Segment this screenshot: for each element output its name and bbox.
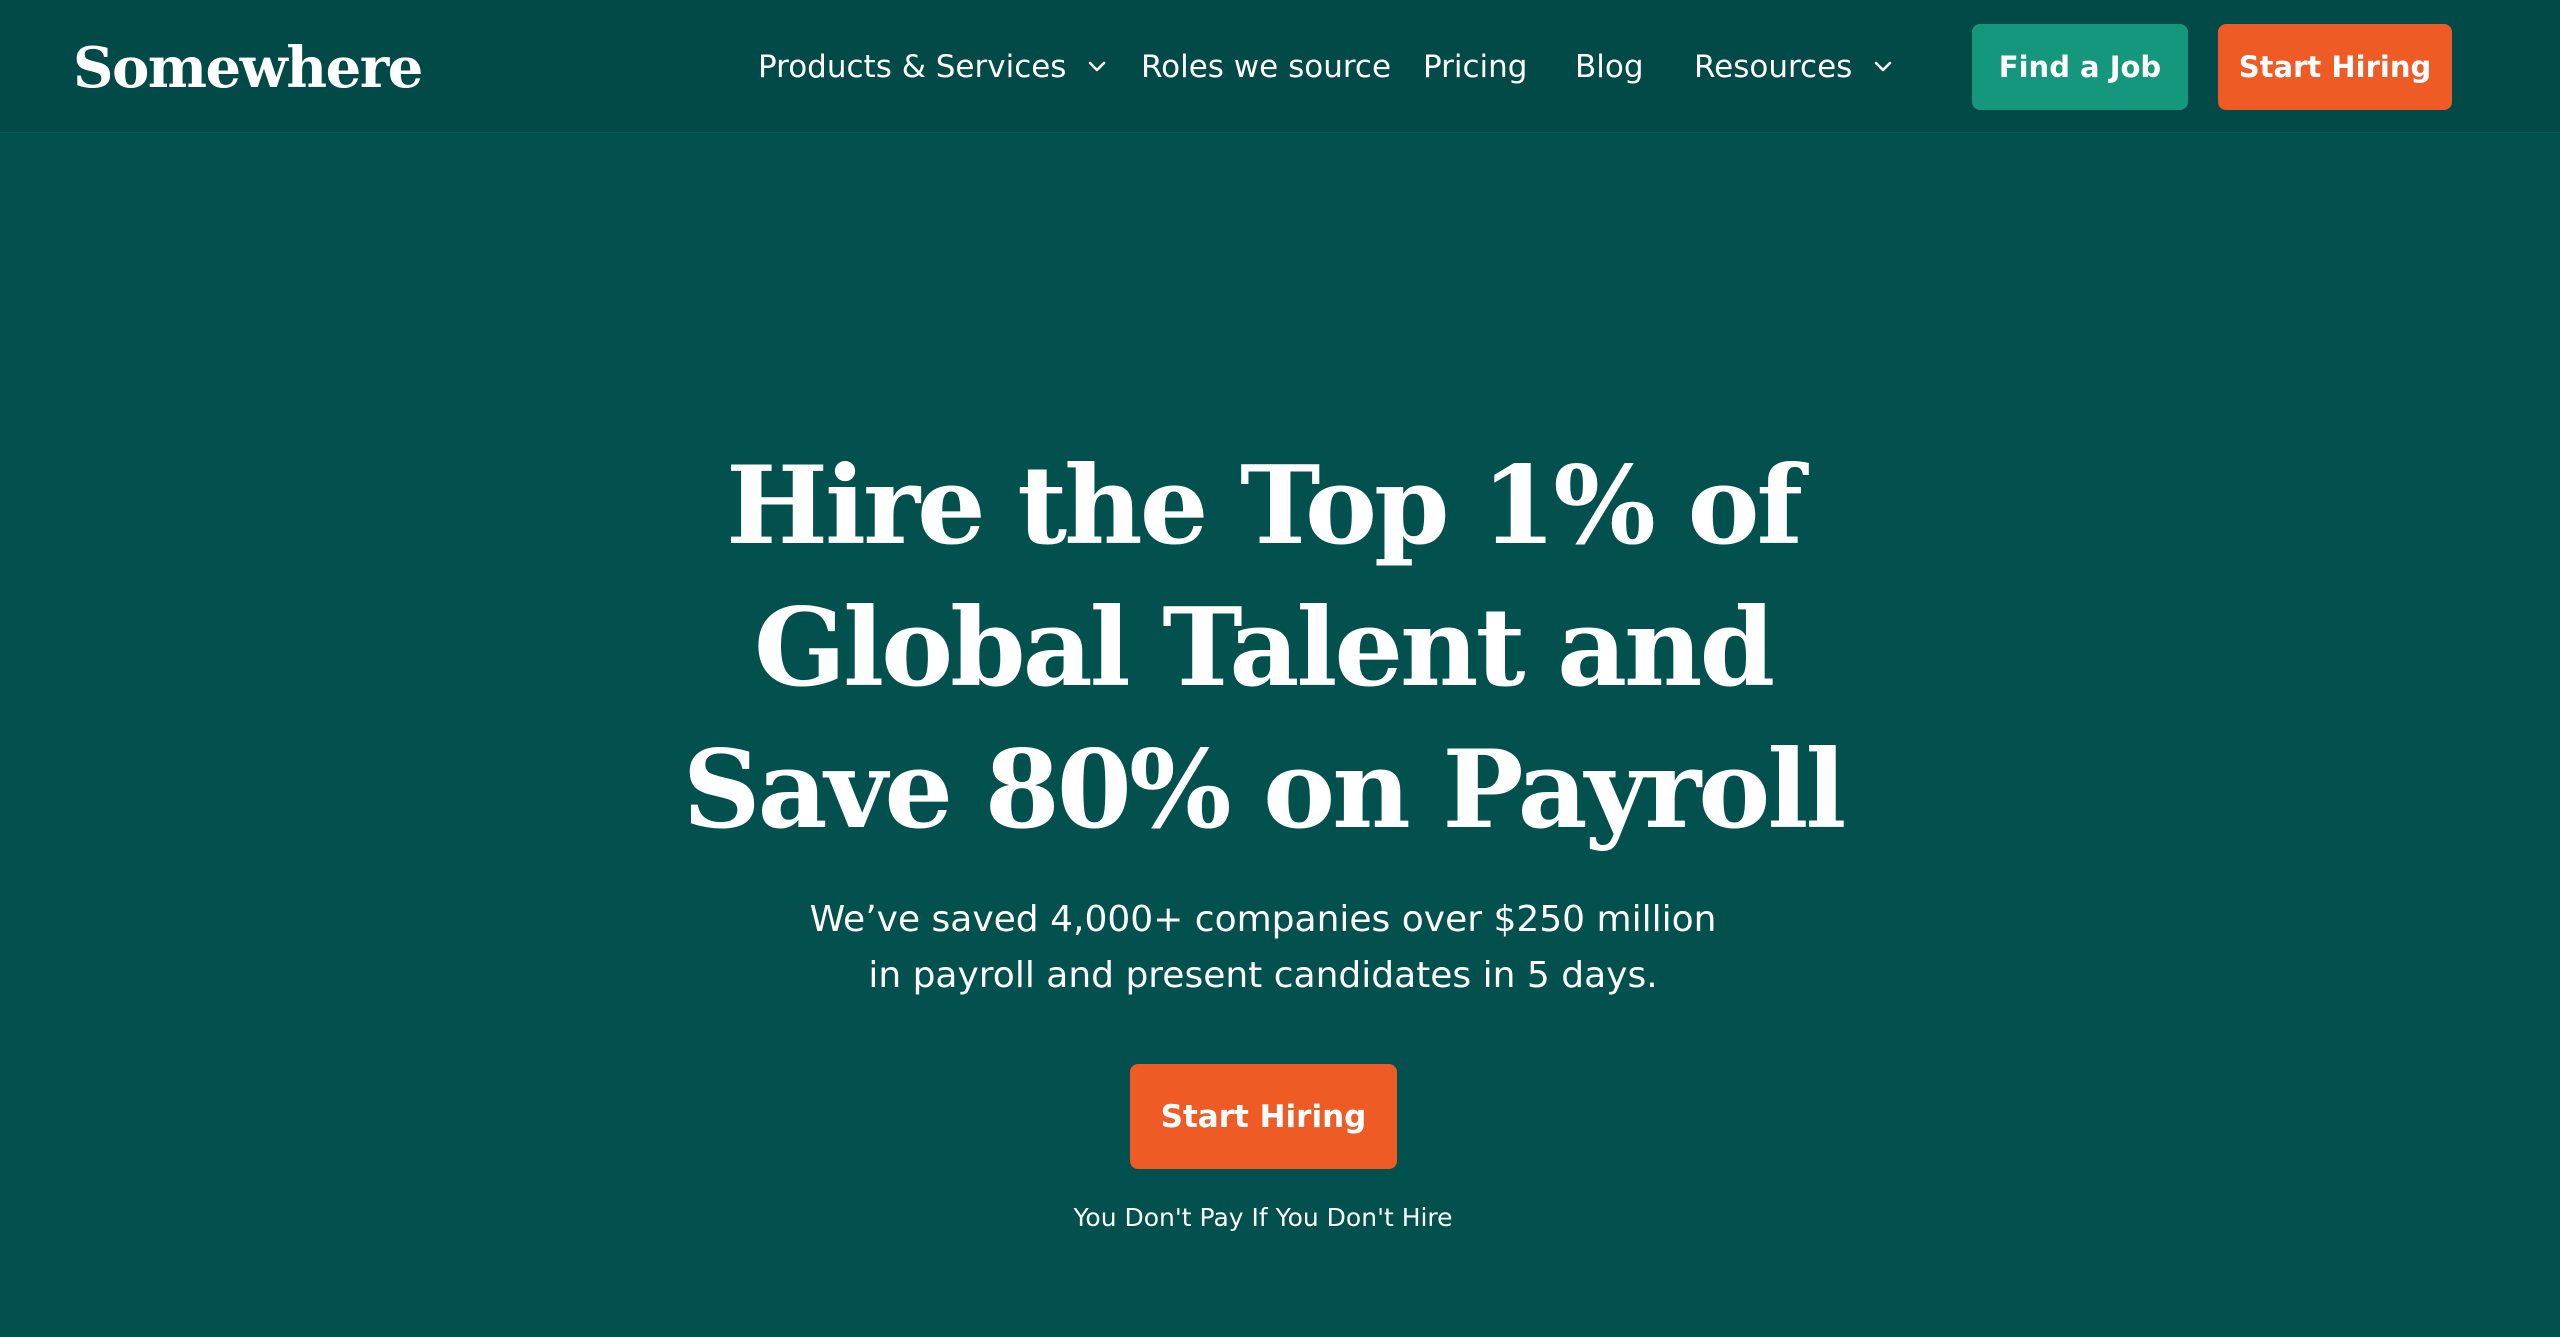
start-hiring-hero-button[interactable]: Start Hiring	[1130, 1064, 1397, 1169]
page: Somewhere Products & Services Roles we s…	[0, 0, 2560, 1337]
nav-products-services[interactable]: Products & Services	[758, 44, 1112, 90]
nav-resources-label: Resources	[1694, 49, 1853, 85]
chevron-down-icon	[1868, 52, 1898, 82]
hero-title-line: Hire the Top 1% of	[726, 443, 1803, 569]
hero-subtitle-line: We’ve saved 4,000+ companies over $250 m…	[809, 899, 1717, 940]
nav-resources[interactable]: Resources	[1694, 44, 1898, 90]
hero-note: You Don't Pay If You Don't Hire	[1073, 1203, 1453, 1232]
hero-title-line: Save 80% on Payroll	[682, 727, 1847, 853]
site-header: Somewhere Products & Services Roles we s…	[0, 0, 2560, 133]
hero-title: Hire the Top 1% of Global Talent and Sav…	[580, 435, 1946, 861]
nav-pricing[interactable]: Pricing	[1423, 44, 1528, 90]
hero-subtitle: We’ve saved 4,000+ companies over $250 m…	[680, 892, 1846, 1004]
hero-subtitle-line: in payroll and present candidates in 5 d…	[868, 955, 1658, 996]
nav-blog[interactable]: Blog	[1575, 44, 1644, 90]
start-hiring-header-button[interactable]: Start Hiring	[2218, 24, 2452, 110]
chevron-down-icon	[1082, 52, 1112, 82]
nav-roles-we-source[interactable]: Roles we source	[1141, 44, 1391, 90]
nav-products-services-label: Products & Services	[758, 49, 1067, 85]
find-a-job-button[interactable]: Find a Job	[1972, 24, 2188, 110]
hero-title-line: Global Talent and	[753, 585, 1775, 711]
